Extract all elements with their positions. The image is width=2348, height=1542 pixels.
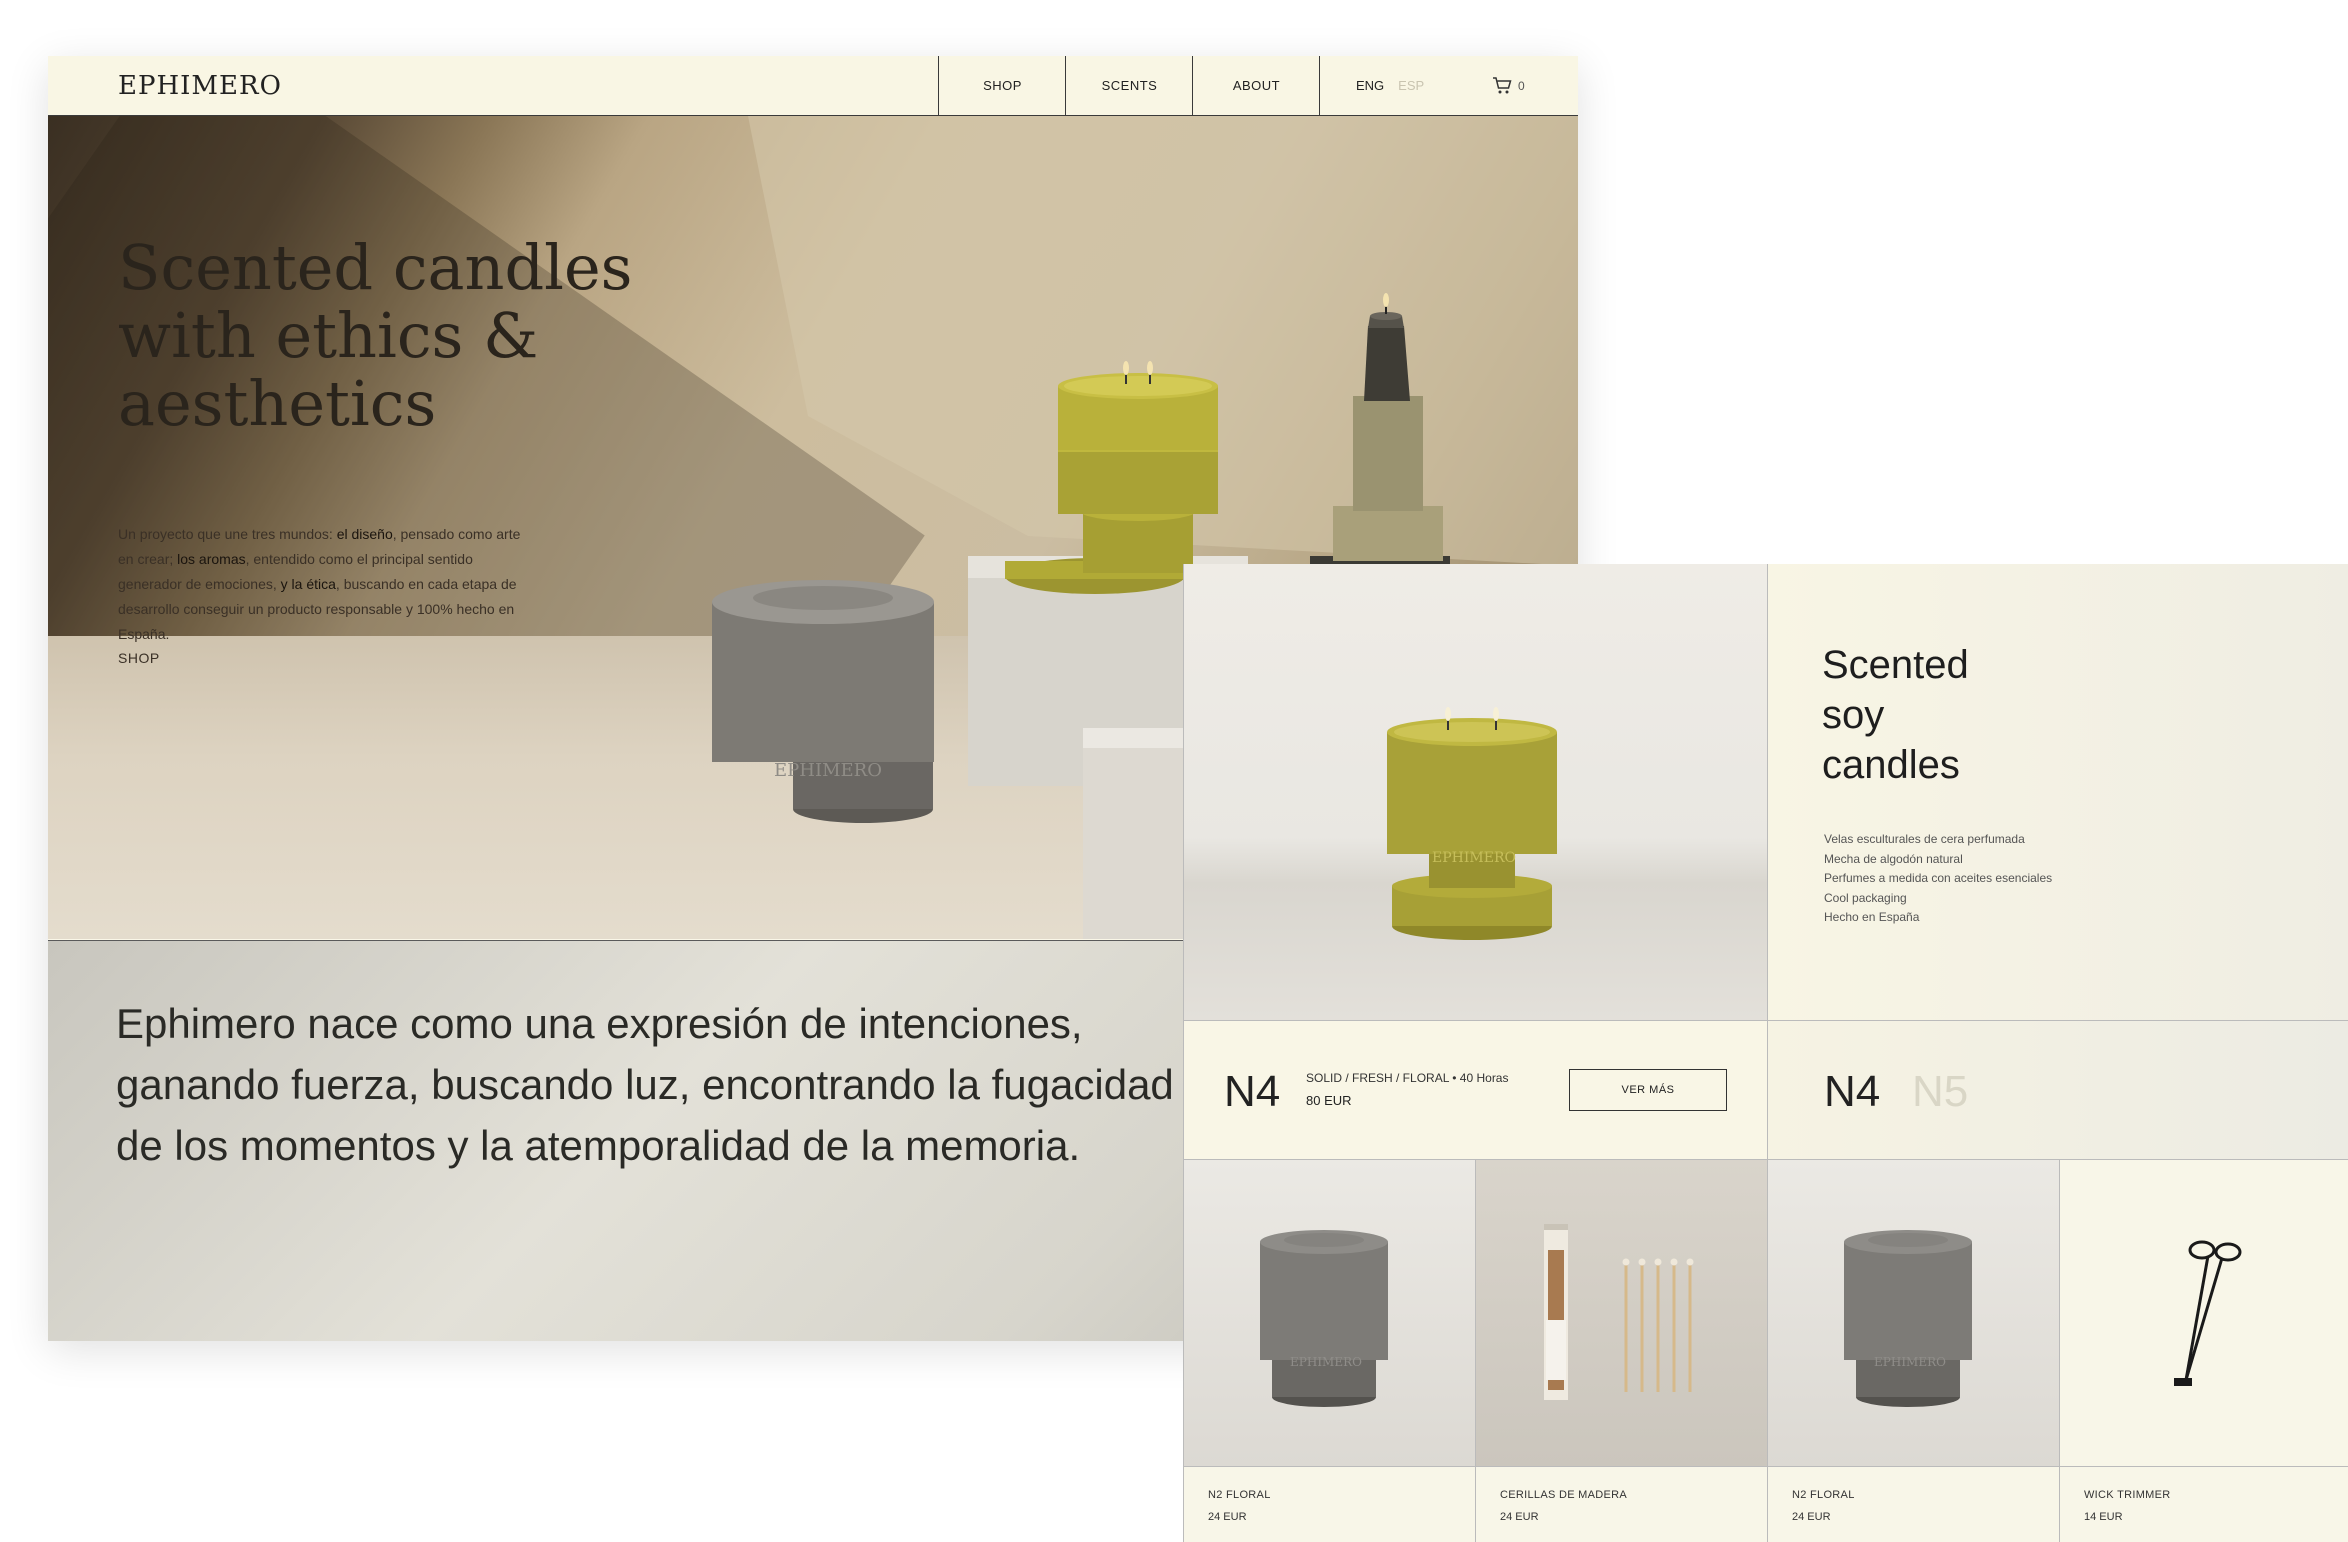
product-price: 80 EUR: [1306, 1093, 1352, 1108]
cart-count: 0: [1518, 78, 1525, 93]
desc-emphasis: el diseño: [336, 526, 393, 542]
top-nav: EPHIMERO SHOP SCENTS ABOUT ENG ESP 0: [48, 56, 1578, 116]
product-name[interactable]: WICK TRIMMER: [2084, 1489, 2171, 1501]
product-caption: N2 FLORAL 24 EUR: [1184, 1467, 1476, 1542]
product-price: 24 EUR: [1792, 1511, 1831, 1523]
feature-item: Velas esculturales de cera perfumada: [1824, 832, 2025, 846]
olive-candle-illustration: EPHIMERO: [1387, 707, 1557, 940]
tile-candle-label: EPHIMERO: [1874, 1355, 1946, 1369]
product-tile[interactable]: [2060, 1160, 2348, 1467]
grey-candle-image: EPHIMERO: [1260, 1230, 1388, 1407]
product-title-line: candles: [1822, 743, 1960, 787]
language-switcher: ENG ESP: [1356, 56, 1424, 115]
hero-description: Un proyecto que une tres mundos: el dise…: [118, 522, 538, 647]
product-price: 24 EUR: [1208, 1511, 1247, 1523]
cart-icon: [1493, 76, 1512, 93]
nav-item-shop[interactable]: SHOP: [938, 56, 1066, 115]
lang-eng-link[interactable]: ENG: [1356, 78, 1384, 93]
cart-button[interactable]: 0: [1492, 56, 1525, 115]
nav-item-scents[interactable]: SCENTS: [1065, 56, 1193, 115]
nav-item-about[interactable]: ABOUT: [1192, 56, 1320, 115]
hero-title-line: aesthetics: [118, 367, 437, 440]
tile-candle-label: EPHIMERO: [1290, 1355, 1362, 1369]
product-page-window: EPHIMERO Scented soy candles Velas escul…: [1183, 564, 2348, 1542]
feature-item: Cool packaging: [1824, 890, 1907, 905]
lang-esp-link[interactable]: ESP: [1398, 78, 1424, 93]
grey-candle-image: EPHIMERO: [1844, 1230, 1972, 1407]
desc-text: Un proyecto que une tres mundos:: [118, 526, 337, 542]
product-meta: SOLID / FRESH / FLORAL • 40 Horas: [1306, 1071, 1509, 1085]
logo[interactable]: EPHIMERO: [118, 71, 282, 101]
product-code: N4: [1224, 1067, 1281, 1116]
product-name[interactable]: N2 FLORAL: [1208, 1489, 1271, 1501]
product-title-line: soy: [1822, 693, 1885, 737]
product-caption: N2 FLORAL 24 EUR: [1768, 1467, 2060, 1542]
variant-n5[interactable]: N5: [1912, 1067, 1968, 1117]
product-info: Scented soy candles Velas esculturales d…: [1768, 564, 2348, 1021]
ver-mas-button[interactable]: VER MÁS: [1569, 1069, 1727, 1111]
product-title-line: Scented: [1822, 643, 1969, 687]
hero-candle-label: EPHIMERO: [774, 760, 882, 781]
product-caption: CERILLAS DE MADERA 24 EUR: [1476, 1467, 1768, 1542]
product-caption: WICK TRIMMER 14 EUR: [2060, 1467, 2348, 1542]
product-price: 14 EUR: [2084, 1511, 2123, 1523]
product-title: Scented soy candles: [1822, 640, 1969, 790]
product-summary: N4 SOLID / FRESH / FLORAL • 40 Horas 80 …: [1184, 1021, 1768, 1160]
product-price: 24 EUR: [1500, 1511, 1539, 1523]
feature-item: Mecha de algodón natural: [1824, 851, 1963, 866]
product-tile[interactable]: EPHIMERO: [1768, 1160, 2060, 1467]
product-tile[interactable]: EPHIMERO: [1184, 1160, 1476, 1467]
product-image: EPHIMERO: [1184, 564, 1768, 1021]
feature-item: Perfumes a medida con aceites esenciales: [1824, 871, 2053, 885]
product-tile[interactable]: [1476, 1160, 1768, 1467]
wick-trimmer-image: [2174, 1240, 2242, 1386]
matches-image: [1544, 1224, 1694, 1400]
nav-divider: [1319, 56, 1320, 115]
feature-list: Velas esculturales de cera perfumada Mec…: [1824, 830, 2052, 928]
feature-item: Hecho en España: [1824, 910, 1920, 924]
variant-n4[interactable]: N4: [1824, 1067, 1880, 1117]
intro-text: Ephimero nace como una expresión de inte…: [116, 1000, 1174, 1169]
hero-title-line: with ethics &: [118, 299, 539, 372]
desc-emphasis: y la ética: [280, 576, 336, 592]
variant-selector: N4 N5: [1768, 1021, 2348, 1160]
hero-shop-link[interactable]: SHOP: [118, 650, 160, 666]
product-name[interactable]: CERILLAS DE MADERA: [1500, 1489, 1627, 1501]
product-name[interactable]: N2 FLORAL: [1792, 1489, 1855, 1501]
product-candle-label: EPHIMERO: [1432, 850, 1516, 866]
desc-emphasis: los aromas: [177, 551, 246, 567]
hero-title-line: Scented candles: [118, 231, 633, 304]
hero-title: Scented candles with ethics & aesthetics: [118, 234, 638, 438]
